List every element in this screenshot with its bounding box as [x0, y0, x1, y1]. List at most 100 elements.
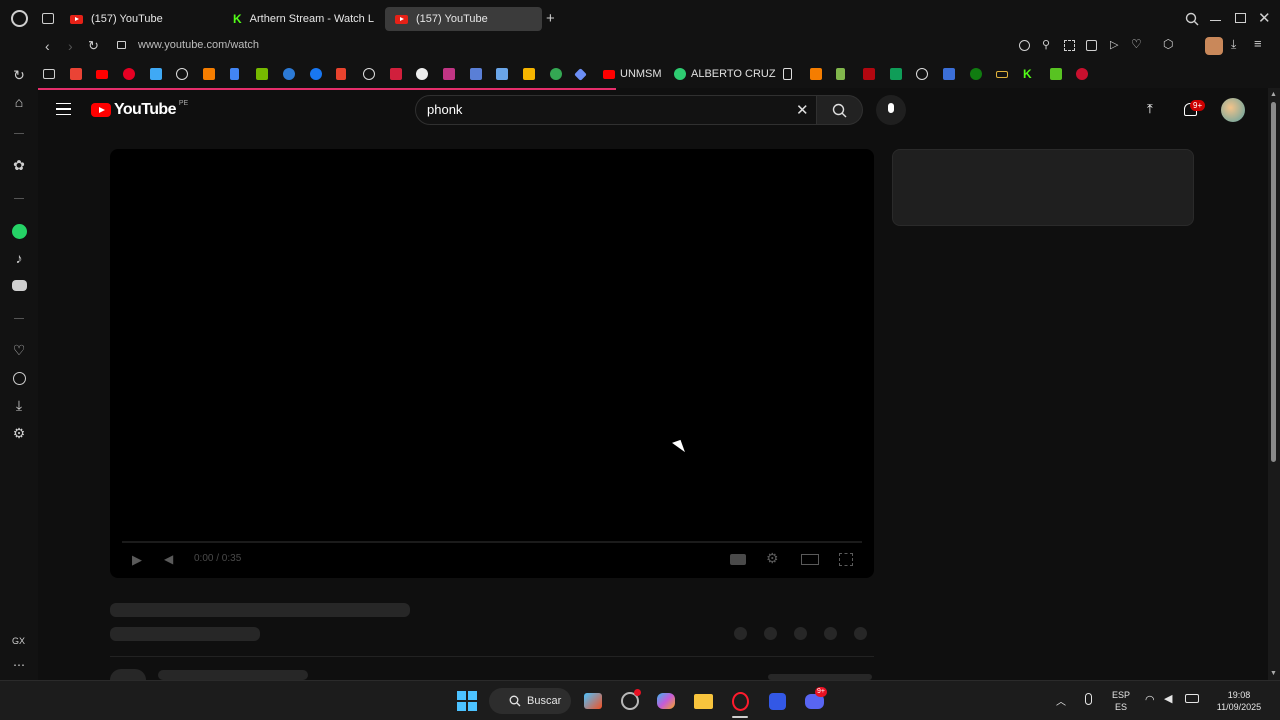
discord-icon[interactable] — [10, 276, 28, 294]
whatsapp-icon[interactable] — [10, 222, 28, 240]
play-button[interactable]: ▶ — [132, 552, 142, 568]
microphone-tray-icon[interactable] — [1085, 693, 1092, 705]
extensions-icon[interactable]: ⬡ — [1163, 37, 1173, 51]
start-button[interactable] — [455, 689, 479, 713]
guide-menu-icon[interactable] — [56, 103, 71, 115]
bookmark-netflix[interactable] — [863, 67, 875, 81]
gx-control-icon[interactable]: ⌂ — [10, 93, 28, 111]
bookmark-instagram[interactable] — [443, 67, 455, 81]
pin-icon[interactable]: ⚲ — [1042, 38, 1050, 51]
bookmark-blogger[interactable] — [203, 67, 215, 81]
bookmark-threads[interactable] — [916, 67, 928, 81]
url-field[interactable]: www.youtube.com/watch — [138, 39, 259, 51]
settings-icon[interactable]: ⚙ — [10, 424, 28, 442]
search-input[interactable] — [427, 102, 777, 117]
scrollbar-thumb[interactable] — [1271, 102, 1276, 462]
bookmark-nvidia[interactable] — [256, 67, 268, 81]
fullscreen-icon[interactable] — [839, 553, 853, 566]
heart-icon[interactable]: ♡ — [1131, 37, 1142, 51]
bookmark-pinterest[interactable] — [123, 67, 135, 81]
bookmark-gemini[interactable] — [574, 67, 587, 81]
zoom-icon[interactable] — [1019, 40, 1030, 51]
back-icon[interactable]: ‹ — [45, 38, 50, 54]
store-app[interactable] — [581, 689, 605, 713]
search-tabs-icon[interactable] — [1185, 12, 1199, 26]
settings-gear-icon[interactable]: ⚙ — [766, 550, 779, 567]
bookmark-battery[interactable] — [996, 67, 1008, 81]
bookmark-youtube[interactable] — [96, 67, 108, 81]
bookmark-green[interactable] — [1050, 67, 1062, 81]
gx-label[interactable]: GX — [12, 636, 25, 646]
bookmark-kick[interactable]: K — [1023, 67, 1032, 81]
bookmark-page[interactable] — [783, 67, 792, 81]
volume-tray-icon[interactable]: ◀ — [1164, 692, 1172, 705]
video-player[interactable] — [110, 149, 874, 578]
download-icon[interactable]: ⤓ — [1231, 37, 1236, 52]
menu-icon[interactable]: ≡ — [1254, 36, 1262, 51]
player-icon[interactable]: ▷ — [1110, 38, 1118, 51]
language-indicator[interactable]: ESP ES — [1108, 689, 1134, 713]
bookmark-cc[interactable] — [416, 67, 428, 81]
download-icon[interactable]: ⤓ — [10, 396, 28, 414]
bookmark-docs[interactable] — [230, 67, 239, 81]
bookmark-blogger-2[interactable] — [810, 67, 822, 81]
profile-avatar[interactable] — [1205, 37, 1223, 55]
bookmark-tl[interactable] — [150, 67, 162, 81]
bookmark-red-circle[interactable] — [1076, 67, 1088, 81]
bookmark-xbox[interactable] — [970, 67, 982, 81]
chevron-up-icon[interactable]: ︿ — [1056, 693, 1066, 708]
search-button[interactable] — [817, 95, 863, 125]
clock[interactable]: 19:08 11/09/2025 — [1208, 689, 1270, 713]
bookmark-chatgpt[interactable] — [176, 67, 188, 81]
bookmark-gmail[interactable] — [70, 67, 82, 81]
bookmark-x[interactable] — [336, 67, 346, 81]
reload-icon[interactable]: ↻ — [88, 38, 99, 54]
scroll-down-icon[interactable]: ▼ — [1270, 670, 1277, 677]
battery-tray-icon[interactable] — [1185, 694, 1199, 703]
bookmark-red[interactable] — [390, 67, 402, 81]
subtitles-icon[interactable] — [730, 554, 746, 565]
clear-search-icon[interactable]: ✕ — [796, 101, 809, 119]
wifi-icon[interactable]: ◠ — [1145, 693, 1155, 706]
heart-icon[interactable]: ♡ — [10, 341, 28, 359]
history-icon[interactable] — [10, 369, 28, 387]
close-window-button[interactable]: ✕ — [1258, 9, 1271, 27]
new-tab-button[interactable]: + — [546, 10, 555, 27]
snapshot-icon[interactable] — [1064, 40, 1075, 51]
refresh-sidebar-icon[interactable]: ↻ — [10, 66, 28, 84]
voice-search-button[interactable] — [876, 95, 906, 125]
bookmark-monitor[interactable] — [470, 67, 482, 81]
bookmark-eye[interactable] — [283, 67, 295, 81]
tab-youtube-active[interactable]: (157) YouTube — [385, 7, 542, 31]
opera-app[interactable] — [728, 689, 752, 713]
tab-youtube-1[interactable]: (157) YouTube — [60, 7, 225, 31]
workspaces-icon[interactable] — [42, 13, 54, 24]
restore-button[interactable] — [1235, 13, 1246, 23]
file-explorer-app[interactable] — [691, 689, 715, 713]
upload-icon[interactable]: ⤒ — [1147, 101, 1153, 117]
opera-logo-icon[interactable] — [11, 10, 28, 27]
bookmark-folder[interactable] — [43, 67, 55, 81]
bookmark-drive[interactable] — [523, 67, 535, 81]
bookmark-tv[interactable] — [496, 67, 508, 81]
adblock-icon[interactable] — [1086, 40, 1097, 51]
volume-icon[interactable]: ◀ — [164, 552, 173, 566]
minimize-button[interactable] — [1210, 20, 1221, 21]
bookmark-unmsm[interactable]: UNMSM — [603, 67, 662, 81]
theater-mode-icon[interactable] — [801, 554, 819, 565]
lock-icon[interactable] — [117, 41, 126, 49]
copilot-app[interactable] — [654, 689, 678, 713]
bookmark-chess[interactable] — [836, 67, 845, 81]
roblox-app[interactable] — [765, 689, 789, 713]
more-icon[interactable]: ⋯ — [13, 658, 25, 672]
bookmark-alberto-cruz[interactable]: ALBERTO CRUZ — [674, 67, 776, 81]
forward-icon[interactable]: › — [68, 38, 73, 54]
taskbar-search[interactable]: Buscar — [489, 688, 571, 714]
youtube-logo[interactable]: YouTube PE — [91, 100, 188, 119]
tiktok-icon[interactable]: ♪ — [10, 249, 28, 267]
scroll-up-icon[interactable]: ▲ — [1270, 91, 1277, 98]
bookmark-print[interactable] — [943, 67, 955, 81]
account-avatar[interactable] — [1221, 98, 1245, 122]
chatgpt-icon[interactable]: ✿ — [10, 156, 28, 174]
bookmark-gdrive[interactable] — [890, 67, 902, 81]
